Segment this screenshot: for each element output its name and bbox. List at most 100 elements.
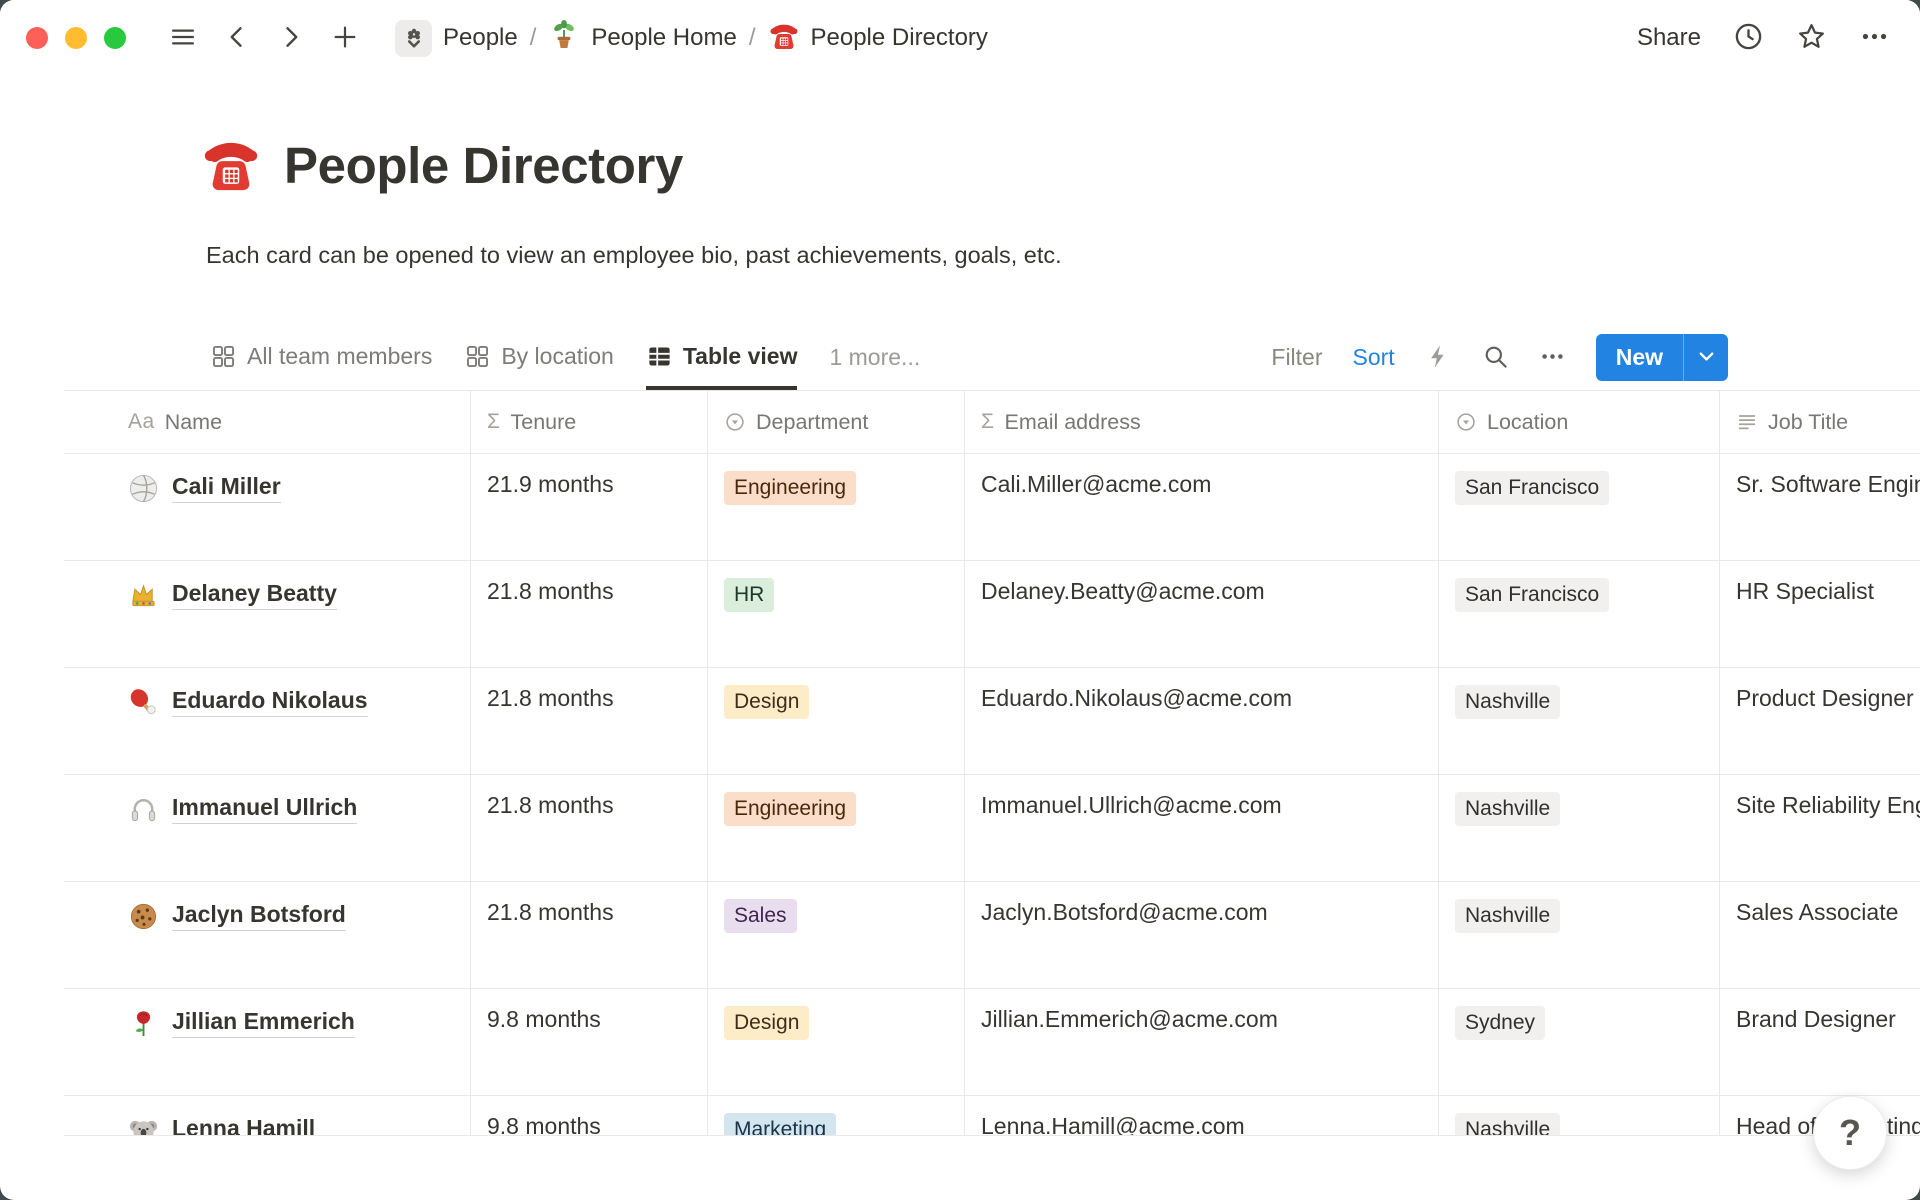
job-title-cell[interactable]: HR Specialist: [1720, 561, 1920, 667]
tenure-cell[interactable]: 21.8 months: [471, 882, 708, 988]
column-header-name[interactable]: AaName: [64, 391, 471, 453]
tenure-cell[interactable]: 9.8 months: [471, 1096, 708, 1135]
tenure-cell[interactable]: 21.8 months: [471, 775, 708, 881]
name-cell[interactable]: Delaney Beatty: [64, 561, 471, 667]
minimize-window-button[interactable]: [65, 27, 87, 49]
job-title-cell[interactable]: Sr. Software Engineer: [1720, 454, 1920, 560]
window-controls: [26, 27, 126, 49]
department-cell[interactable]: HR: [708, 561, 965, 667]
name-cell[interactable]: Immanuel Ullrich: [64, 775, 471, 881]
new-button-dropdown[interactable]: [1684, 334, 1728, 381]
view-tab-table-view[interactable]: Table view: [646, 325, 798, 390]
column-header-label: Email address: [1004, 410, 1140, 435]
department-cell[interactable]: Sales: [708, 882, 965, 988]
column-header-location[interactable]: Location: [1439, 391, 1720, 453]
column-header-label: Location: [1487, 410, 1568, 435]
table-row[interactable]: Cali Miller 21.9 months Engineering Cali.Mi…: [64, 454, 1920, 561]
table-icon: [646, 343, 673, 370]
ellipsis-icon: [1539, 343, 1566, 373]
tenure-cell[interactable]: 21.9 months: [471, 454, 708, 560]
department-cell[interactable]: Engineering: [708, 775, 965, 881]
location-cell[interactable]: Nashville: [1439, 882, 1720, 988]
email-cell[interactable]: Immanuel.Ullrich@acme.com: [965, 775, 1439, 881]
email-cell[interactable]: Delaney.Beatty@acme.com: [965, 561, 1439, 667]
person-name-link[interactable]: Cali Miller: [172, 473, 281, 503]
tenure-cell[interactable]: 21.8 months: [471, 668, 708, 774]
view-tab-label: Table view: [683, 343, 798, 370]
breadcrumb-item[interactable]: People Directory: [759, 14, 997, 63]
more-views-button[interactable]: 1 more...: [829, 344, 920, 371]
headphones-icon: [128, 794, 159, 825]
close-window-button[interactable]: [26, 27, 48, 49]
tenure-cell[interactable]: 21.8 months: [471, 561, 708, 667]
view-options-button[interactable]: [1539, 343, 1566, 373]
table-row[interactable]: Delaney Beatty 21.8 monthsHRDelaney.Beatt…: [64, 561, 1920, 668]
filter-button[interactable]: Filter: [1271, 344, 1322, 371]
location-cell[interactable]: Nashville: [1439, 668, 1720, 774]
breadcrumb-item[interactable]: People: [386, 15, 527, 62]
forward-button[interactable]: [277, 23, 305, 54]
view-tab-by-location[interactable]: By location: [464, 325, 614, 390]
department-badge: Design: [724, 1006, 809, 1040]
view-tab-all-team-members[interactable]: All team members: [210, 325, 432, 390]
department-cell[interactable]: Marketing: [708, 1096, 965, 1135]
location-cell[interactable]: Nashville: [1439, 1096, 1720, 1135]
tenure-cell[interactable]: 9.8 months: [471, 989, 708, 1095]
location-cell[interactable]: San Francisco: [1439, 454, 1720, 560]
more-options-button[interactable]: [1859, 21, 1890, 55]
location-cell[interactable]: San Francisco: [1439, 561, 1720, 667]
column-header-email-address[interactable]: ΣEmail address: [965, 391, 1439, 453]
person-name-link[interactable]: Lenna Hamill: [172, 1115, 315, 1135]
email-cell[interactable]: Jaclyn.Botsford@acme.com: [965, 882, 1439, 988]
job-title-cell[interactable]: Sales Associate: [1720, 882, 1920, 988]
email-cell[interactable]: Lenna.Hamill@acme.com: [965, 1096, 1439, 1135]
search-button[interactable]: [1482, 343, 1509, 373]
share-button[interactable]: Share: [1637, 24, 1701, 52]
department-cell[interactable]: Design: [708, 668, 965, 774]
table-body: Cali Miller 21.9 months Engineering Cali.Mi…: [64, 454, 1920, 1135]
new-record-button[interactable]: New: [1596, 334, 1728, 381]
breadcrumb-item[interactable]: People Home: [539, 14, 745, 63]
job-title-cell[interactable]: Product Designer: [1720, 668, 1920, 774]
column-header-job-title[interactable]: Job Title: [1720, 391, 1920, 453]
table-row[interactable]: Eduardo Nikolaus 21.8 monthsDesignEduardo…: [64, 668, 1920, 775]
favorite-button[interactable]: [1796, 21, 1827, 55]
back-button[interactable]: [223, 23, 251, 54]
sort-button[interactable]: Sort: [1353, 344, 1395, 371]
email-cell[interactable]: Eduardo.Nikolaus@acme.com: [965, 668, 1439, 774]
person-name-link[interactable]: Jaclyn Botsford: [172, 901, 346, 931]
person-name-link[interactable]: Eduardo Nikolaus: [172, 687, 368, 717]
person-name-link[interactable]: Delaney Beatty: [172, 580, 337, 610]
email-cell[interactable]: Cali.Miller@acme.com: [965, 454, 1439, 560]
name-cell[interactable]: Jillian Emmerich: [64, 989, 471, 1095]
sidebar-menu-button[interactable]: [169, 23, 197, 54]
column-header-tenure[interactable]: ΣTenure: [471, 391, 708, 453]
help-button[interactable]: ?: [1813, 1096, 1887, 1170]
red-telephone-icon[interactable]: [200, 132, 262, 199]
table-row[interactable]: Jaclyn Botsford 21.8 monthsSalesJaclyn.Bo…: [64, 882, 1920, 989]
history-button[interactable]: [1733, 21, 1764, 55]
name-cell[interactable]: Lenna Hamill: [64, 1096, 471, 1135]
automations-button[interactable]: [1425, 343, 1452, 373]
department-badge: Engineering: [724, 471, 856, 505]
table-row[interactable]: Immanuel Ullrich 21.8 monthsEngineeringIm…: [64, 775, 1920, 882]
department-cell[interactable]: Engineering: [708, 454, 965, 560]
job-title-cell[interactable]: Brand Designer: [1720, 989, 1920, 1095]
new-page-button[interactable]: [331, 23, 359, 54]
location-cell[interactable]: Nashville: [1439, 775, 1720, 881]
table-row[interactable]: Lenna Hamill 9.8 monthsMarketingLenna.Ham…: [64, 1096, 1920, 1135]
person-name-link[interactable]: Immanuel Ullrich: [172, 794, 357, 824]
column-header-department[interactable]: Department: [708, 391, 965, 453]
name-cell[interactable]: Jaclyn Botsford: [64, 882, 471, 988]
job-title-cell[interactable]: Site Reliability Engineer: [1720, 775, 1920, 881]
name-cell[interactable]: Cali Miller: [64, 454, 471, 560]
zoom-window-button[interactable]: [104, 27, 126, 49]
new-button-label: New: [1596, 334, 1683, 381]
location-cell[interactable]: Sydney: [1439, 989, 1720, 1095]
table-row[interactable]: Jillian Emmerich 9.8 months Design Jillian.…: [64, 989, 1920, 1096]
person-name-link[interactable]: Jillian Emmerich: [172, 1008, 355, 1038]
email-cell[interactable]: Jillian.Emmerich@acme.com: [965, 989, 1439, 1095]
department-cell[interactable]: Design: [708, 989, 965, 1095]
breadcrumb-separator: /: [749, 24, 756, 52]
name-cell[interactable]: Eduardo Nikolaus: [64, 668, 471, 774]
